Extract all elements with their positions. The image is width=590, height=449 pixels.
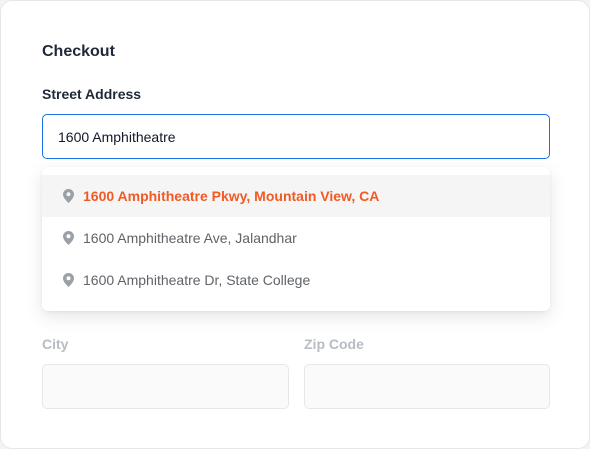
suggestion-item[interactable]: 1600 Amphitheatre Pkwy, Mountain View, C… [42,175,550,217]
map-pin-icon [62,273,74,288]
zip-code-input[interactable] [304,364,550,409]
zip-code-label: Zip Code [304,336,364,352]
address-suggestions-dropdown: 1600 Amphitheatre Pkwy, Mountain View, C… [42,167,550,311]
suggestion-item[interactable]: 1600 Amphitheatre Ave, Jalandhar [42,217,550,259]
city-input[interactable] [42,364,289,409]
city-label: City [42,336,69,352]
suggestion-text: 1600 Amphitheatre Ave, Jalandhar [83,230,297,246]
suggestion-text: 1600 Amphitheatre Pkwy, Mountain View, C… [83,188,380,204]
street-address-label: Street Address [42,86,142,102]
suggestion-text: 1600 Amphitheatre Dr, State College [83,272,311,288]
page-title: Checkout [42,43,115,60]
map-pin-icon [62,189,74,204]
street-address-input[interactable] [42,114,550,159]
map-pin-icon [62,231,74,246]
suggestion-item[interactable]: 1600 Amphitheatre Dr, State College [42,259,550,301]
checkout-card: Checkout Street Address 1600 Amphitheatr… [0,0,590,449]
